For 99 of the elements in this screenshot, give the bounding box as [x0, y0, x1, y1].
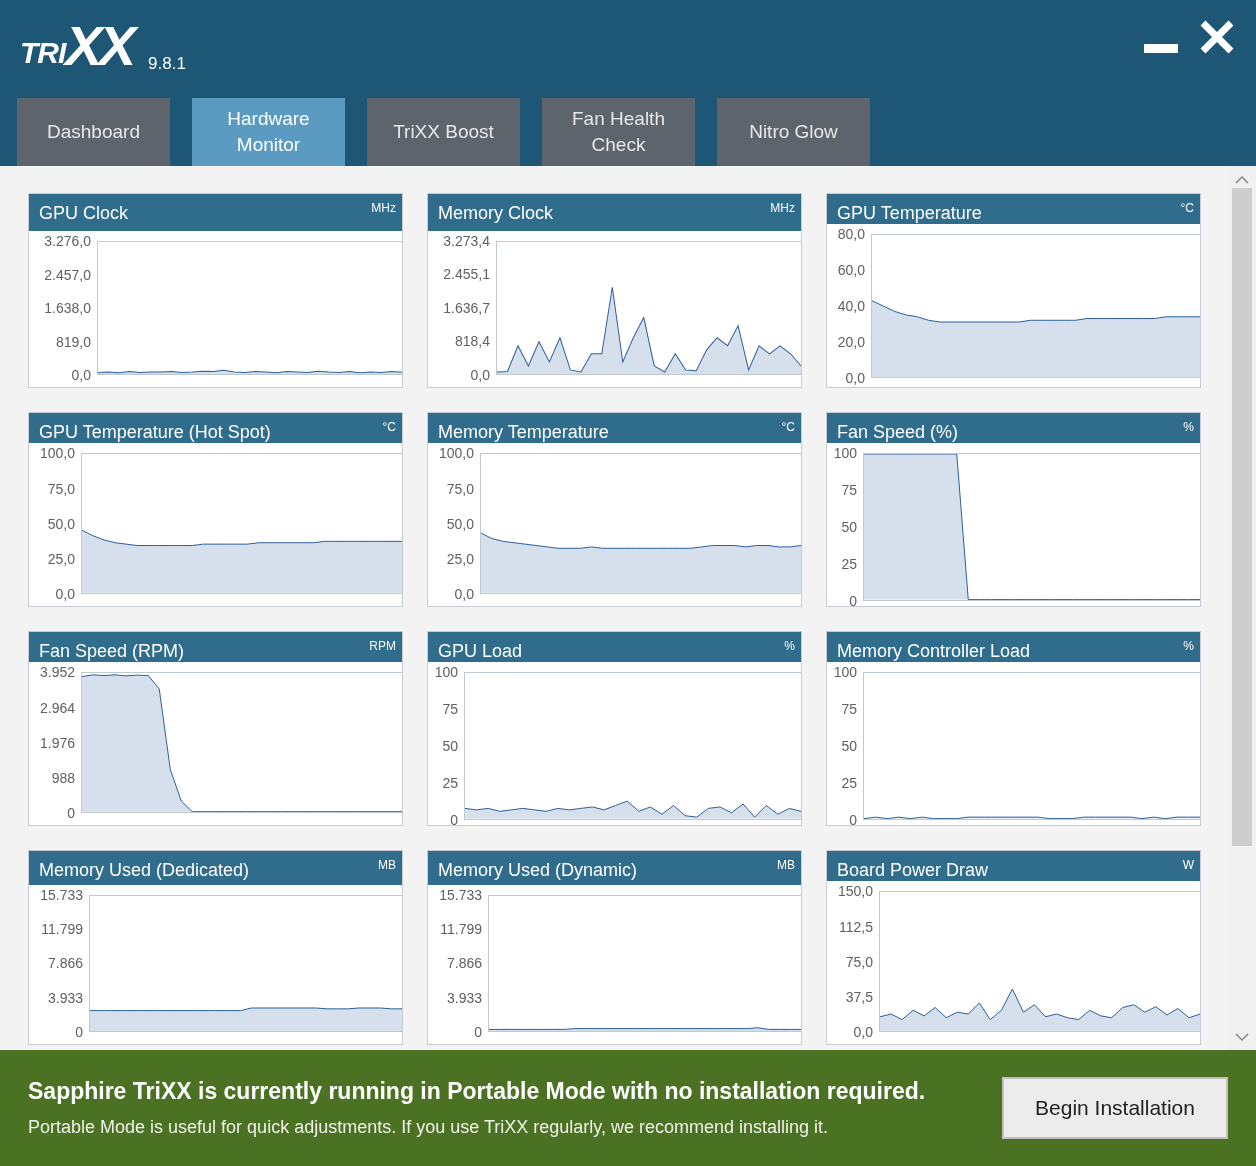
card-title: Fan Speed (%) [837, 422, 959, 443]
axis-tick-label: 25 [841, 774, 857, 791]
axis-tick-label: 0,0 [470, 367, 490, 383]
scroll-up-icon[interactable] [1235, 175, 1249, 184]
axis-tick-label: 50 [442, 737, 458, 754]
unit-label: RPM [369, 639, 396, 653]
axis-tick-label: 0,0 [55, 586, 75, 602]
axis-tick-label: 0 [474, 1024, 482, 1040]
axis-tick-label: 75 [841, 481, 857, 498]
axis-tick-label: 50,0 [47, 515, 75, 532]
card-title: Fan Speed (RPM) [39, 641, 185, 662]
axis-tick-label: 75 [841, 700, 857, 717]
axis-tick-label: 100,0 [438, 445, 474, 462]
axis-tick-label: 0 [849, 811, 857, 828]
axis-tick-label: 25,0 [47, 550, 75, 567]
unit-label: % [1183, 420, 1194, 434]
axis-tick-label: 75,0 [47, 480, 75, 497]
axis-tick-label: 60,0 [837, 262, 865, 279]
axis-tick-label: 50 [841, 518, 857, 535]
app-logo: TRIXX [20, 18, 143, 74]
begin-installation-button[interactable]: Begin Installation [1002, 1077, 1228, 1139]
unit-label: °C [1180, 201, 1194, 215]
axis-tick-label: 0,0 [853, 1024, 873, 1040]
axis-tick-label: 819,0 [55, 333, 91, 350]
axis-tick-label: 2.455,1 [443, 266, 490, 283]
axis-tick-label: 3.273,4 [443, 233, 490, 249]
axis-tick-label: 112,5 [839, 918, 873, 935]
axis-tick-label: 0 [75, 1024, 83, 1040]
card-title: Memory Used (Dedicated) [39, 860, 250, 881]
axis-tick-label: 75 [442, 700, 458, 717]
axis-tick-label: 988 [51, 769, 75, 786]
axis-tick-label: 40,0 [837, 298, 865, 315]
axis-tick-label: 3.276,0 [44, 233, 91, 249]
axis-tick-label: 50 [841, 737, 857, 754]
axis-tick-label: 2.964 [39, 699, 75, 716]
axis-tick-label: 3.933 [446, 989, 482, 1006]
axis-tick-label: 100 [833, 664, 857, 680]
version-label: 9.8.1 [148, 54, 186, 74]
axis-tick-label: 25 [442, 774, 458, 791]
scrollbar-thumb[interactable] [1232, 188, 1252, 846]
axis-tick-label: 15.733 [439, 886, 482, 903]
axis-tick-label: 50,0 [446, 515, 474, 532]
card-title: Board Power Draw [837, 860, 989, 881]
tab[interactable]: Fan Health Check [542, 98, 695, 166]
axis-tick-label: 75,0 [845, 953, 873, 970]
scroll-down-icon[interactable] [1235, 1033, 1249, 1042]
unit-label: °C [781, 420, 795, 434]
minimize-icon[interactable] [1144, 44, 1178, 54]
axis-tick-label: 0,0 [71, 367, 91, 383]
axis-tick-label: 0 [450, 811, 458, 828]
axis-tick-label: 7.866 [47, 955, 83, 972]
axis-tick-label: 1.976 [39, 734, 75, 751]
axis-tick-label: 1.638,0 [44, 300, 91, 316]
unit-label: MB [378, 858, 396, 872]
tab[interactable]: Hardware Monitor [192, 98, 345, 166]
axis-tick-label: 100 [833, 445, 857, 461]
unit-label: MHz [770, 201, 795, 215]
card-title: GPU Temperature (Hot Spot) [39, 422, 271, 443]
axis-tick-label: 1.636,7 [443, 300, 490, 316]
unit-label: W [1182, 858, 1194, 872]
card-title: Memory Controller Load [837, 641, 1031, 662]
axis-tick-label: 818,4 [454, 333, 490, 350]
unit-label: MHz [371, 201, 396, 215]
axis-tick-label: 15.733 [40, 886, 83, 903]
card-title: Memory Clock [438, 203, 553, 224]
card-title: Memory Temperature [438, 422, 609, 443]
axis-tick-label: 100,0 [39, 445, 75, 462]
tab[interactable]: Dashboard [17, 98, 170, 166]
axis-tick-label: 3.933 [47, 989, 83, 1006]
axis-tick-label: 0,0 [845, 370, 865, 387]
card-title: GPU Load [438, 641, 523, 662]
close-icon[interactable] [1200, 20, 1234, 54]
axis-tick-label: 37,5 [845, 988, 873, 1005]
axis-tick-label: 75,0 [446, 480, 474, 497]
axis-tick-label: 0,0 [454, 586, 474, 602]
card-title: GPU Clock [39, 203, 128, 224]
tab[interactable]: Nitro Glow [717, 98, 870, 166]
unit-label: °C [382, 420, 396, 434]
tab[interactable]: TriXX Boost [367, 98, 520, 166]
card-title: GPU Temperature [837, 203, 982, 224]
unit-label: MB [777, 858, 795, 872]
axis-tick-label: 11.799 [41, 921, 83, 938]
banner-title: Sapphire TriXX is currently running in Portable Mode with no installation required. [28, 1078, 927, 1105]
axis-tick-label: 25,0 [446, 550, 474, 567]
axis-tick-label: 25 [841, 555, 857, 572]
axis-tick-label: 0 [849, 592, 857, 609]
banner-text: Portable Mode is useful for quick adjustments. If you use TriXX regularly, we recommend installing it. [28, 1117, 830, 1138]
axis-tick-label: 150,0 [837, 883, 873, 900]
axis-tick-label: 7.866 [446, 955, 482, 972]
axis-tick-label: 11.799 [440, 921, 482, 938]
axis-tick-label: 80,0 [837, 226, 865, 242]
unit-label: % [1183, 639, 1194, 653]
axis-tick-label: 2.457,0 [44, 266, 91, 283]
axis-tick-label: 0 [67, 805, 75, 821]
card-title: Memory Used (Dynamic) [438, 860, 638, 881]
unit-label: % [784, 639, 795, 653]
axis-tick-label: 100 [434, 664, 458, 680]
axis-tick-label: 20,0 [837, 334, 865, 351]
axis-tick-label: 3.952 [39, 664, 75, 681]
